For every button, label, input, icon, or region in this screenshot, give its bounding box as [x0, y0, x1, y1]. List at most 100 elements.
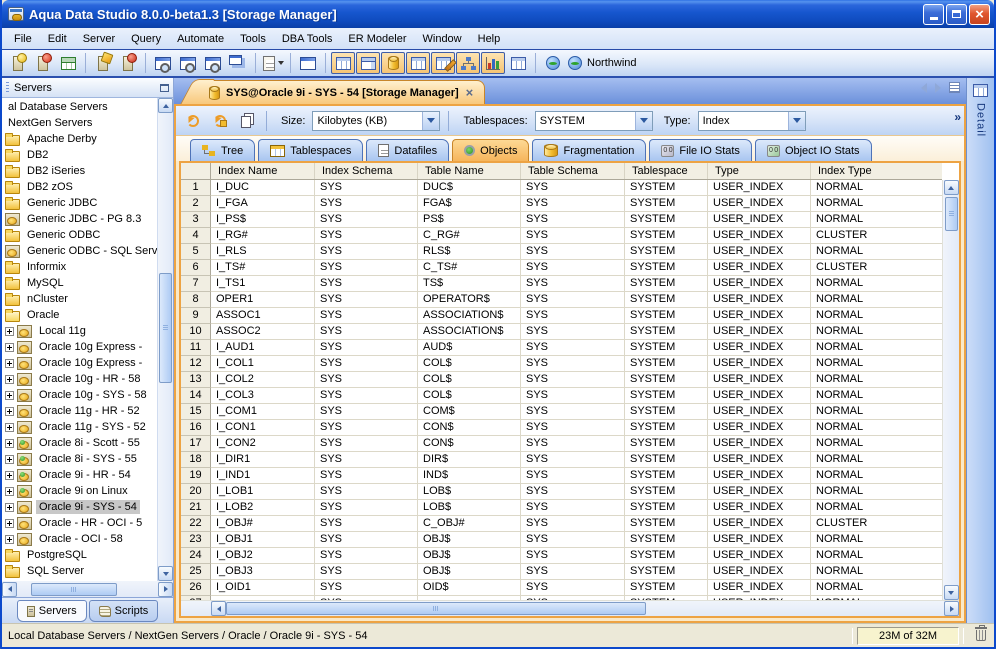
cell[interactable]: SYSTEM	[625, 452, 708, 468]
cell[interactable]: SYS	[315, 484, 418, 500]
dropdown-arrow-icon[interactable]	[277, 61, 284, 65]
row-number[interactable]: 5	[181, 244, 211, 260]
cell[interactable]: SYSTEM	[625, 420, 708, 436]
cell[interactable]: I_AUD1	[211, 340, 315, 356]
menu-item-automate[interactable]: Automate	[169, 30, 232, 48]
table-row[interactable]: 25 I_OBJ3 SYS OBJ$ SYS SYSTEM USER_INDEX NORMA…	[181, 564, 942, 580]
tree-item-apache-derby[interactable]: Apache Derby	[2, 131, 157, 147]
row-number[interactable]: 15	[181, 404, 211, 420]
cell[interactable]: COL$	[418, 388, 521, 404]
cell[interactable]: NORMAL	[811, 436, 942, 452]
cell[interactable]: SYSTEM	[625, 260, 708, 276]
tab-file-io-stats[interactable]: File IO Stats	[649, 139, 752, 161]
cell[interactable]: USER_INDEX	[708, 548, 811, 564]
tab-servers[interactable]: Servers	[16, 600, 87, 622]
cell[interactable]: USER_INDEX	[708, 308, 811, 324]
cell[interactable]: LOB$	[418, 484, 521, 500]
tree-item-oracle-11g-sys-52[interactable]: Oracle 11g - SYS - 52	[2, 419, 157, 435]
cell[interactable]: SYS	[315, 228, 418, 244]
chevron-down-icon[interactable]	[422, 111, 440, 130]
cell[interactable]: SYS	[315, 292, 418, 308]
cell[interactable]: SYSTEM	[625, 548, 708, 564]
tree-item-oracle-10g-express[interactable]: Oracle 10g Express -	[2, 339, 157, 355]
log-manager-button[interactable]	[431, 52, 455, 74]
unregister-server-button[interactable]	[31, 52, 55, 74]
cell[interactable]: SYSTEM	[625, 580, 708, 596]
cell[interactable]: NORMAL	[811, 452, 942, 468]
row-number[interactable]: 16	[181, 420, 211, 436]
scrollbar-thumb[interactable]	[944, 197, 958, 231]
cell[interactable]: SYSTEM	[625, 340, 708, 356]
server-statistics-button[interactable]	[481, 52, 505, 74]
cell[interactable]: USER_INDEX	[708, 532, 811, 548]
type-select[interactable]: Index	[697, 110, 806, 131]
scroll-up-button[interactable]	[158, 98, 173, 113]
cell[interactable]: SYSTEM	[625, 404, 708, 420]
tablespaces-select[interactable]: SYSTEM	[534, 110, 653, 131]
cell[interactable]: SYS	[521, 228, 625, 244]
menu-item-tools[interactable]: Tools	[232, 30, 274, 48]
query-window-button[interactable]	[176, 52, 200, 74]
table-row[interactable]: 15 I_COM1 SYS COM$ SYS SYSTEM USER_INDEX NORMA…	[181, 404, 942, 420]
cell[interactable]: USER_INDEX	[708, 452, 811, 468]
row-number[interactable]: 14	[181, 388, 211, 404]
cell[interactable]: SYS	[521, 436, 625, 452]
chevron-down-icon[interactable]	[787, 111, 805, 130]
tab-tablespaces[interactable]: Tablespaces	[258, 139, 364, 161]
cell[interactable]: SYS	[315, 276, 418, 292]
expand-plus-icon[interactable]	[5, 486, 14, 496]
cell[interactable]: USER_INDEX	[708, 388, 811, 404]
cell[interactable]: I_FGA	[211, 196, 315, 212]
document-tab[interactable]: SYS@Oracle 9i - SYS - 54 [Storage Manage…	[200, 80, 486, 104]
tree-item-ncluster[interactable]: nCluster	[2, 291, 157, 307]
cell[interactable]: SYSTEM	[625, 180, 708, 196]
table-row[interactable]: 9 ASSOC1 SYS ASSOCIATION$ SYS SYSTEM USER_IND…	[181, 308, 942, 324]
menu-item-help[interactable]: Help	[470, 30, 509, 48]
cell[interactable]: SYS	[315, 260, 418, 276]
expand-plus-icon[interactable]	[5, 326, 14, 336]
cell[interactable]: SYSTEM	[625, 324, 708, 340]
tree-horizontal-scrollbar[interactable]	[2, 581, 173, 597]
cell[interactable]: NORMAL	[811, 244, 942, 260]
table-row[interactable]: 22 I_OBJ# SYS C_OBJ# SYS SYSTEM USER_INDEX CLU…	[181, 516, 942, 532]
scroll-right-button[interactable]	[158, 581, 173, 597]
scroll-right-button[interactable]	[944, 601, 959, 616]
cell[interactable]: USER_INDEX	[708, 292, 811, 308]
cell[interactable]: C_TS#	[418, 260, 521, 276]
cell[interactable]: USER_INDEX	[708, 500, 811, 516]
cell[interactable]: USER_INDEX	[708, 436, 811, 452]
cell[interactable]: SYSTEM	[625, 532, 708, 548]
cell[interactable]: AUD$	[418, 340, 521, 356]
cell[interactable]: SYS	[521, 500, 625, 516]
cell[interactable]: SYS	[315, 468, 418, 484]
table-view-button[interactable]	[506, 52, 530, 74]
cell[interactable]: SYS	[315, 532, 418, 548]
table-row[interactable]: 13 I_COL2 SYS COL$ SYS SYSTEM USER_INDEX NORMA…	[181, 372, 942, 388]
row-number[interactable]: 6	[181, 260, 211, 276]
row-number[interactable]: 9	[181, 308, 211, 324]
cell[interactable]: SYS	[521, 516, 625, 532]
column-header[interactable]: Index Name	[211, 163, 315, 179]
cell[interactable]: SYS	[521, 388, 625, 404]
cell[interactable]: DUC$	[418, 180, 521, 196]
tab-object-io-stats[interactable]: Object IO Stats	[754, 139, 872, 161]
expand-plus-icon[interactable]	[5, 390, 14, 400]
table-horizontal-scrollbar[interactable]	[181, 600, 959, 616]
cell[interactable]: SYS	[315, 356, 418, 372]
cell[interactable]: USER_INDEX	[708, 260, 811, 276]
cell[interactable]: I_CON1	[211, 420, 315, 436]
cell[interactable]: FGA$	[418, 196, 521, 212]
menu-item-window[interactable]: Window	[415, 30, 470, 48]
cell[interactable]: SYS	[315, 212, 418, 228]
expand-plus-icon[interactable]	[5, 502, 14, 512]
copy-button[interactable]	[236, 110, 258, 132]
cell[interactable]: SYS	[521, 372, 625, 388]
cell[interactable]: USER_INDEX	[708, 564, 811, 580]
tree-item-oracle-hr-oci-5[interactable]: Oracle - HR - OCI - 5	[2, 515, 157, 531]
cell[interactable]: SYS	[315, 500, 418, 516]
cell[interactable]: SYS	[521, 564, 625, 580]
query-analyzer-button[interactable]	[151, 52, 175, 74]
previous-tab-icon[interactable]	[921, 82, 927, 93]
expand-plus-icon[interactable]	[5, 454, 14, 464]
row-number[interactable]: 22	[181, 516, 211, 532]
